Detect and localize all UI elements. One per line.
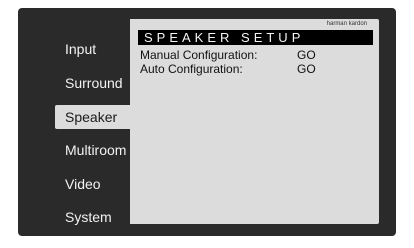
menu-item-label: Surround bbox=[65, 75, 123, 91]
menu-item-label: Speaker bbox=[65, 109, 118, 125]
manual-configuration-go-button[interactable]: GO bbox=[297, 48, 316, 62]
auto-configuration-label: Auto Configuration: bbox=[140, 62, 243, 76]
auto-configuration-go-button[interactable]: GO bbox=[297, 62, 316, 76]
page-title: SPEAKER SETUP bbox=[144, 30, 305, 45]
menu-item-label: Multiroom bbox=[65, 142, 127, 158]
menu-item-label: System bbox=[65, 209, 112, 225]
menu-item-label: Video bbox=[65, 176, 101, 192]
menu-item-label: Input bbox=[65, 41, 97, 57]
speaker-setup-panel: harman kardon SPEAKER SETUP Manual Confi… bbox=[130, 19, 379, 224]
brand-logo: harman kardon bbox=[326, 21, 367, 27]
page-title-bar: SPEAKER SETUP bbox=[138, 30, 373, 45]
manual-configuration-label: Manual Configuration: bbox=[140, 48, 258, 62]
